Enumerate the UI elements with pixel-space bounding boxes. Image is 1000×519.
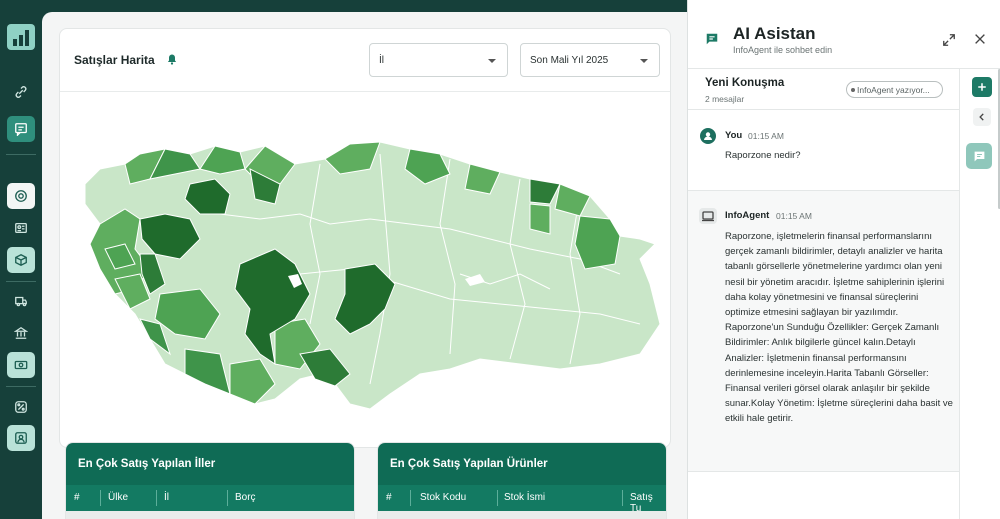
user-icon[interactable] <box>7 425 35 451</box>
period-select-value: Son Mali Yıl 2025 <box>530 54 609 66</box>
column-header[interactable]: # <box>74 492 80 503</box>
top-products-title: En Çok Satış Yapılan Ürünler <box>378 443 666 485</box>
typing-dot-icon <box>851 88 855 92</box>
panel-title: AI Asistan <box>733 24 816 43</box>
user-message-text: Raporzone nedir? <box>725 150 801 161</box>
column-header[interactable]: Stok Kodu <box>420 492 466 503</box>
bell-icon[interactable] <box>166 53 178 65</box>
chat-icon <box>706 33 718 45</box>
conversation-list-button[interactable] <box>966 143 992 169</box>
message-count: 2 mesajlar <box>705 94 745 104</box>
panel-subtitle: InfoAgent ile sohbet edin <box>733 45 833 55</box>
money-icon[interactable] <box>7 352 35 378</box>
contact-card-icon[interactable] <box>7 215 35 241</box>
column-header[interactable]: Satış Tu <box>630 492 666 514</box>
user-avatar-icon <box>700 128 716 144</box>
message-author: You <box>725 130 743 141</box>
chat-icon[interactable] <box>7 116 35 142</box>
period-select[interactable]: Son Mali Yıl 2025 <box>520 43 660 77</box>
link-icon[interactable] <box>7 79 35 105</box>
chevron-down-icon <box>488 59 496 63</box>
box-icon[interactable] <box>7 247 35 273</box>
table-header-row: # Ülke İl Borç <box>66 485 354 511</box>
top-provinces-title: En Çok Satış Yapılan İller <box>66 443 354 485</box>
top-products-table: En Çok Satış Yapılan Ürünler # Stok Kodu… <box>377 442 667 519</box>
map-region <box>574 215 621 270</box>
close-icon[interactable] <box>973 32 987 46</box>
conversation-title: Yeni Konuşma <box>705 77 785 89</box>
bank-icon[interactable] <box>7 320 35 346</box>
expand-icon[interactable] <box>942 33 956 47</box>
map-title: Satışlar Harita <box>74 53 155 67</box>
computer-icon <box>699 208 717 224</box>
collapse-button[interactable] <box>973 108 991 126</box>
dashboard-icon[interactable] <box>7 183 35 209</box>
map-region <box>529 203 551 235</box>
column-header[interactable]: # <box>386 492 392 503</box>
typing-status-text: InfoAgent yazıyor... <box>857 85 930 95</box>
chat-icon <box>974 151 984 161</box>
column-header[interactable]: Borç <box>235 492 256 503</box>
province-select-value: İl <box>379 54 384 66</box>
table-row[interactable] <box>378 511 666 519</box>
plus-icon <box>978 83 986 91</box>
province-select[interactable]: İl <box>369 43 508 77</box>
percent-icon[interactable] <box>7 394 35 420</box>
sales-map-card: Satışlar Harita İl Son Mali Yıl 2025 <box>59 28 671 448</box>
column-header[interactable]: Ülke <box>108 492 128 503</box>
message-time: 01:15 AM <box>748 131 784 141</box>
column-header[interactable]: İl <box>164 492 169 503</box>
left-sidebar <box>0 0 42 519</box>
column-header[interactable]: Stok İsmi <box>504 492 545 503</box>
truck-icon[interactable] <box>7 288 35 314</box>
turkey-sales-map[interactable] <box>80 124 660 414</box>
chevron-down-icon <box>640 59 648 63</box>
logo-icon[interactable] <box>7 24 35 50</box>
typing-status-badge: InfoAgent yazıyor... <box>846 81 943 98</box>
chevron-left-icon <box>979 113 984 121</box>
top-provinces-table: En Çok Satış Yapılan İller # Ülke İl Bor… <box>65 442 355 519</box>
message-time: 01:15 AM <box>776 211 812 221</box>
table-header-row: # Stok Kodu Stok İsmi Satış Tu <box>378 485 666 514</box>
ai-assistant-panel: AI Asistan InfoAgent ile sohbet edin Yen… <box>687 0 1000 519</box>
assistant-message-text: Raporzone, işletmelerin finansal perform… <box>725 231 953 425</box>
message-author: InfoAgent <box>725 210 770 221</box>
new-conversation-button[interactable] <box>972 77 992 97</box>
main-content: Satışlar Harita İl Son Mali Yıl 2025 En … <box>42 12 688 519</box>
table-row[interactable] <box>66 511 354 519</box>
